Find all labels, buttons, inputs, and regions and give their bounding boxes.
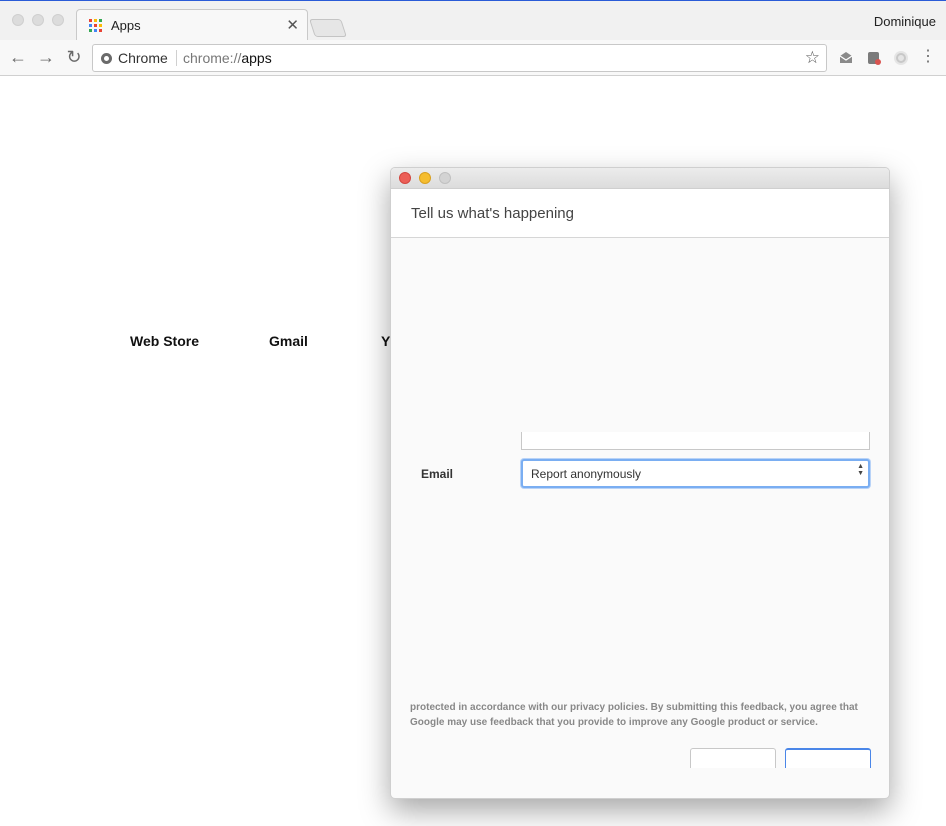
- reload-icon[interactable]: ↻: [64, 47, 84, 67]
- address-bar[interactable]: Chrome chrome://apps ☆: [92, 44, 827, 72]
- back-arrow-icon[interactable]: ←: [8, 47, 28, 67]
- legal-notice: protected in accordance with our privacy…: [410, 702, 858, 728]
- chrome-icon: [101, 53, 112, 64]
- dialog-title: Tell us what's happening: [411, 205, 574, 222]
- window-zoom-button[interactable]: [52, 14, 64, 26]
- omnibox-divider: [176, 50, 177, 66]
- forward-arrow-icon[interactable]: →: [36, 47, 56, 67]
- browser-toolbar: ← → ↻ Chrome chrome://apps ☆ ⋮: [0, 40, 946, 76]
- email-label: Email: [421, 467, 454, 481]
- tab-close-icon[interactable]: ✕: [286, 16, 299, 34]
- select-arrows-icon: ▲ ▼: [857, 463, 864, 477]
- profile-name[interactable]: Dominique: [874, 14, 936, 29]
- menu-kebab-icon[interactable]: ⋮: [918, 47, 938, 67]
- tab-title: Apps: [111, 18, 141, 33]
- window-close-button[interactable]: [12, 14, 24, 26]
- feedback-description-textarea[interactable]: [521, 432, 870, 450]
- tab-apps[interactable]: Apps ✕: [76, 9, 308, 41]
- apps-grid-icon: [89, 19, 102, 32]
- dialog-header: Tell us what's happening: [391, 189, 889, 238]
- app-web-store[interactable]: Web Store: [130, 333, 199, 349]
- browser-titlebar: Apps ✕ Dominique: [0, 0, 946, 41]
- app-gmail[interactable]: Gmail: [269, 333, 308, 349]
- evernote-extension-icon[interactable]: [866, 50, 882, 66]
- cancel-button[interactable]: [690, 748, 776, 768]
- url-text[interactable]: chrome://apps: [183, 50, 272, 66]
- dialog-close-button[interactable]: [399, 172, 411, 184]
- mail-extension-icon[interactable]: [838, 50, 854, 66]
- app-youtube-partial[interactable]: Y: [381, 333, 390, 349]
- dialog-titlebar: [391, 168, 889, 189]
- dialog-minimize-button[interactable]: [419, 172, 431, 184]
- bookmark-star-icon[interactable]: ☆: [805, 48, 820, 68]
- feedback-dialog: Tell us what's happening Email Report an…: [390, 167, 890, 799]
- email-select-value: Report anonymously: [531, 467, 642, 481]
- email-select[interactable]: Report anonymously ▲ ▼: [521, 459, 870, 488]
- send-button[interactable]: [785, 748, 871, 768]
- scheme-label: Chrome: [118, 50, 168, 66]
- circle-extension-icon[interactable]: [893, 50, 909, 66]
- new-tab-button[interactable]: [309, 19, 347, 37]
- dialog-zoom-button: [439, 172, 451, 184]
- window-minimize-button[interactable]: [32, 14, 44, 26]
